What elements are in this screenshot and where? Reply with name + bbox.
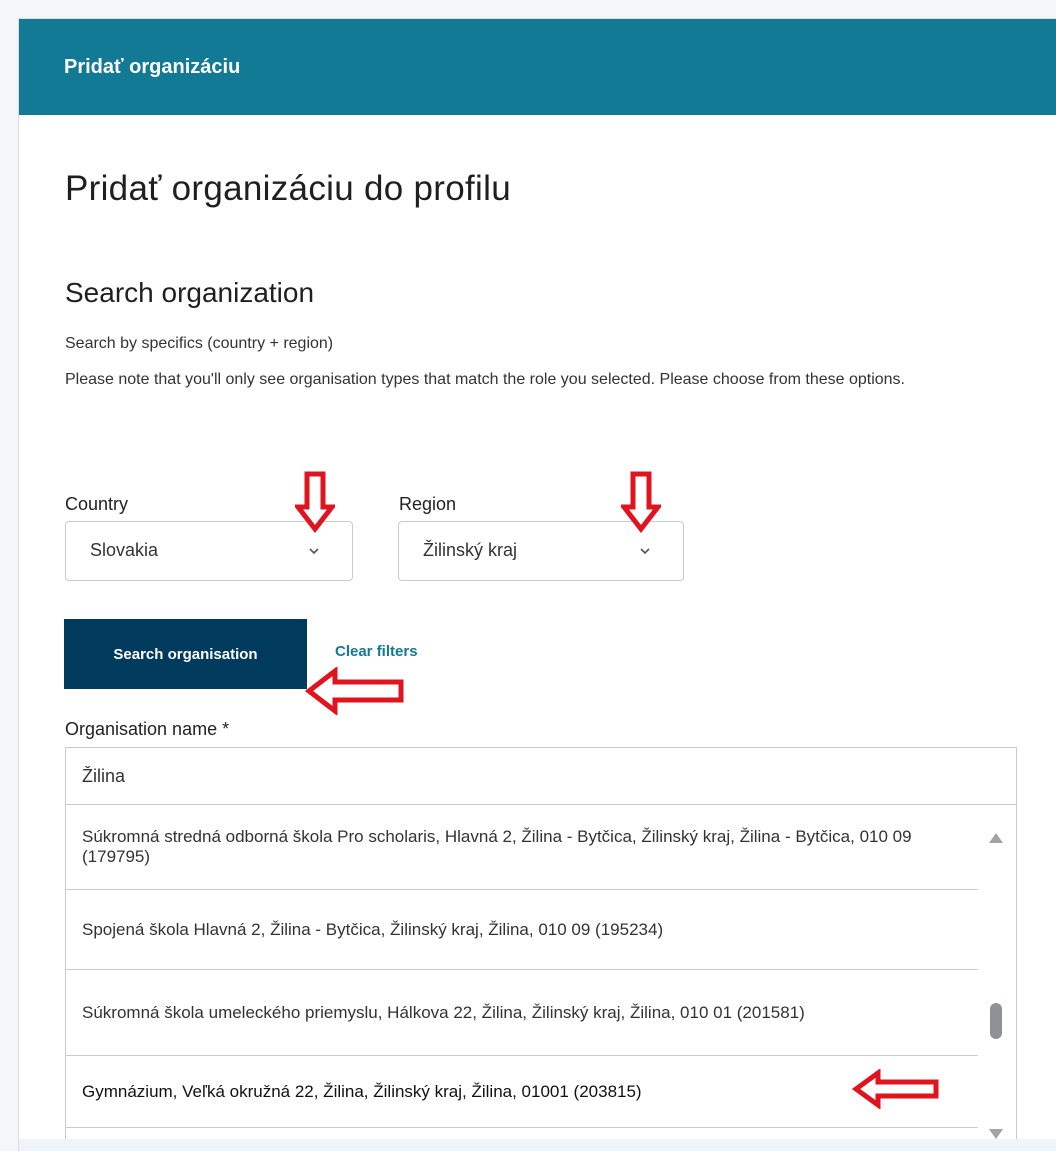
footer-strip bbox=[19, 1139, 1056, 1151]
red-arrow-icon bbox=[621, 471, 661, 533]
chevron-down-icon bbox=[309, 548, 319, 555]
header-bar: Pridať organizáciu bbox=[19, 19, 1056, 115]
organisation-results-list: Súkromná stredná odborná škola Pro schol… bbox=[65, 805, 1017, 1151]
red-arrow-icon bbox=[852, 1069, 939, 1109]
scrollbar-thumb[interactable] bbox=[990, 1003, 1002, 1039]
region-select-value: Žilinský kraj bbox=[423, 540, 518, 560]
red-arrow-icon bbox=[305, 667, 404, 715]
search-note-text: Please note that you'll only see organis… bbox=[65, 371, 905, 388]
chevron-down-icon bbox=[640, 548, 650, 555]
red-arrow-icon bbox=[295, 471, 335, 533]
organisation-name-label: Organisation name * bbox=[65, 719, 230, 739]
list-item[interactable]: Súkromná stredná odborná škola Pro schol… bbox=[66, 805, 978, 890]
country-label: Country bbox=[65, 494, 129, 514]
search-organisation-button[interactable]: Search organisation bbox=[64, 619, 307, 689]
modal-frame: Pridať organizáciu Pridať organizáciu do… bbox=[18, 18, 1056, 1151]
scroll-down-icon[interactable] bbox=[989, 1129, 1003, 1139]
search-helper-text: Search by specifics (country + region) bbox=[65, 335, 334, 352]
clear-filters-link[interactable]: Clear filters bbox=[335, 643, 418, 660]
region-label: Region bbox=[399, 494, 457, 514]
organisation-name-input[interactable] bbox=[65, 747, 1017, 805]
header-title: Pridať organizáciu bbox=[64, 56, 241, 78]
search-section-title: Search organization bbox=[65, 277, 315, 308]
page-title: Pridať organizáciu do profilu bbox=[65, 169, 511, 208]
list-item[interactable]: Spojená škola Hlavná 2, Žilina - Bytčica… bbox=[66, 890, 978, 970]
list-item[interactable]: Gymnázium, Veľká okružná 22, Žilina, Žil… bbox=[66, 1056, 978, 1128]
country-select-value: Slovakia bbox=[90, 540, 159, 560]
scroll-up-icon[interactable] bbox=[989, 833, 1003, 843]
list-item[interactable]: Súkromná škola umeleckého priemyslu, Hál… bbox=[66, 970, 978, 1056]
